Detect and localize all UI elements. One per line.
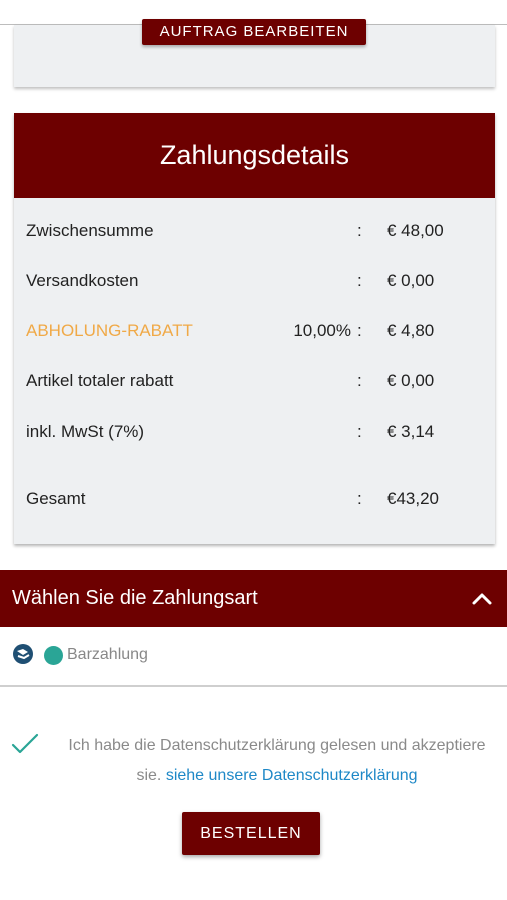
checkmark-icon[interactable] — [10, 732, 40, 756]
payment-method-options: Barzahlung — [0, 627, 507, 687]
chevron-up-icon[interactable] — [471, 590, 493, 606]
row-value: € 0,00 — [387, 271, 435, 290]
order-summary-card: AUFTRAG BEARBEITEN — [14, 19, 495, 87]
payment-option-label[interactable]: Barzahlung — [67, 646, 148, 664]
cash-payment-icon — [13, 644, 33, 664]
row-colon: : — [357, 321, 362, 340]
pickup-discount-row: ABHOLUNG-RABATT 10,00% : € 4,80 — [14, 319, 495, 343]
row-label: inkl. MwSt (7%) — [26, 422, 145, 441]
row-label: Zwischensumme — [26, 221, 154, 240]
privacy-consent: Ich habe die Datenschutzerklärung gelese… — [62, 731, 492, 791]
payment-details-title: Zahlungsdetails — [14, 113, 495, 198]
row-value: € 4,80 — [387, 321, 435, 340]
item-discount-row: Artikel totaler rabatt : € 0,00 — [14, 369, 495, 393]
privacy-policy-link[interactable]: siehe unsere Datenschutzerklärung — [166, 767, 418, 784]
row-colon: : — [357, 371, 362, 390]
row-label: Versandkosten — [26, 271, 139, 290]
discount-percent: 10,00% — [293, 321, 351, 340]
row-colon: : — [357, 489, 362, 508]
row-colon: : — [357, 221, 362, 240]
subtotal-row: Zwischensumme : € 48,00 — [14, 219, 495, 243]
row-value: €43,20 — [387, 489, 439, 508]
row-value: € 3,14 — [387, 422, 435, 441]
payment-details-card: Zahlungsdetails Zwischensumme : € 48,00 … — [14, 113, 495, 544]
payment-method-header[interactable]: Wählen Sie die Zahlungsart — [0, 570, 507, 627]
row-colon: : — [357, 422, 362, 441]
row-label: Gesamt — [26, 489, 86, 508]
payment-option-radio[interactable] — [44, 646, 63, 665]
row-label: Artikel totaler rabatt — [26, 371, 174, 390]
row-value: € 48,00 — [387, 221, 444, 240]
place-order-button[interactable]: BESTELLEN — [182, 812, 320, 855]
vat-row: inkl. MwSt (7%) : € 3,14 — [14, 420, 495, 444]
total-row: Gesamt : €43,20 — [14, 487, 495, 511]
payment-method-title: Wählen Sie die Zahlungsart — [12, 587, 258, 609]
shipping-row: Versandkosten : € 0,00 — [14, 269, 495, 293]
row-value: € 0,00 — [387, 371, 435, 390]
edit-order-button[interactable]: AUFTRAG BEARBEITEN — [142, 19, 366, 45]
row-label: ABHOLUNG-RABATT — [26, 321, 193, 340]
row-colon: : — [357, 271, 362, 290]
